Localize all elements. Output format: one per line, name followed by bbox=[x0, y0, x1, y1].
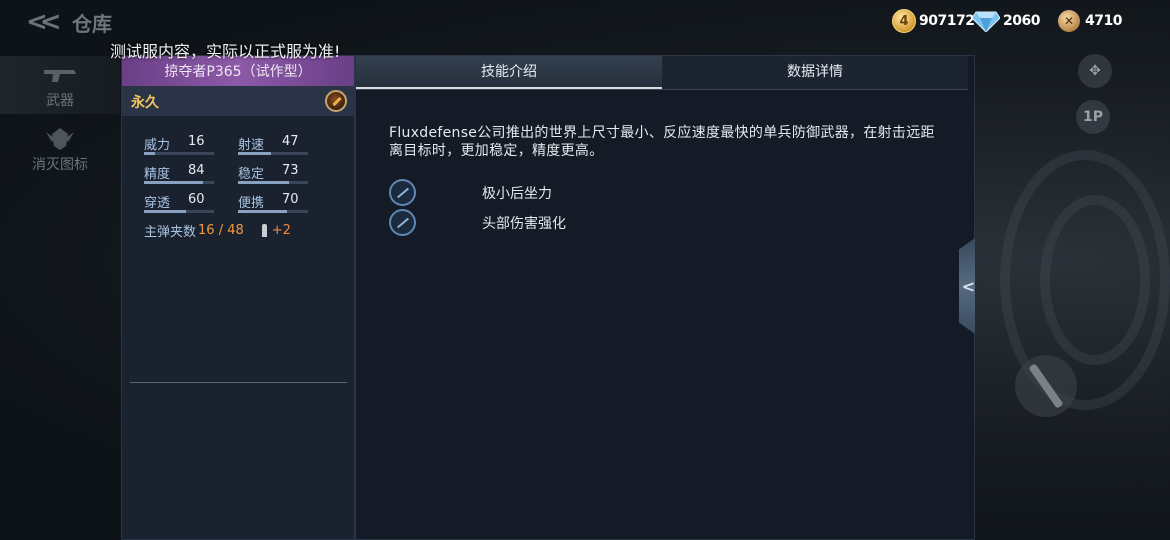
sidebar-item-weapons[interactable]: 武器 bbox=[0, 56, 120, 114]
rarity-badge-icon bbox=[325, 90, 347, 112]
stat-value: 16 bbox=[188, 134, 205, 149]
sidebar-item-kill-emblems[interactable]: 消灭图标 bbox=[0, 120, 120, 178]
warehouse-screen: << 仓库 4 907172 2060 ✕ 4710 测试服内容，实际以正式服为… bbox=[0, 0, 1170, 540]
diamond-currency[interactable]: 2060 bbox=[972, 8, 1040, 34]
skill-name: 极小后坐力 bbox=[482, 186, 552, 202]
background-target-ring-inner bbox=[1040, 195, 1150, 365]
recoil-skill-icon bbox=[389, 178, 416, 206]
weapon-description: Fluxdefense公司推出的世界上尺寸最小、反应速度最快的单兵防御武器，在射… bbox=[389, 125, 935, 159]
divider bbox=[130, 382, 347, 383]
stat-bar bbox=[144, 181, 214, 184]
diamond-icon bbox=[972, 10, 1000, 32]
background-bullet-icon bbox=[1015, 355, 1077, 417]
stat-fire-rate: 射速 47 bbox=[238, 134, 328, 158]
stat-penetration: 穿透 60 bbox=[144, 192, 234, 216]
stat-label: 稳定 bbox=[238, 167, 265, 182]
headshot-skill-icon bbox=[389, 208, 416, 236]
stat-accuracy: 精度 84 bbox=[144, 163, 234, 187]
back-arrow-icon[interactable]: << bbox=[26, 9, 62, 35]
token-amount: 4710 bbox=[1085, 13, 1122, 29]
collapse-panel-chevron-icon[interactable]: < bbox=[959, 238, 975, 334]
weapon-detail-panel: 技能介绍 数据详情 Fluxdefense公司推出的世界上尺寸最小、反应速度最快… bbox=[355, 55, 975, 540]
durability-label: 永久 bbox=[131, 95, 159, 111]
stat-bar bbox=[238, 210, 308, 213]
skill-item: 极小后坐力 bbox=[389, 178, 552, 206]
stat-bar-fill bbox=[238, 181, 290, 184]
sidebar-item-label: 武器 bbox=[46, 93, 74, 109]
stat-value: 73 bbox=[282, 163, 299, 178]
stat-bar bbox=[144, 152, 214, 155]
gold-coin-icon: 4 bbox=[892, 9, 916, 33]
tab-underline bbox=[356, 89, 968, 90]
stat-bar-fill bbox=[144, 181, 203, 184]
ammo-bonus: +2 bbox=[271, 223, 291, 238]
stat-label: 射速 bbox=[238, 138, 265, 153]
skill-name: 头部伤害强化 bbox=[482, 216, 566, 232]
sidebar-item-label: 消灭图标 bbox=[32, 157, 88, 173]
stat-bar bbox=[144, 210, 214, 213]
stat-bar-fill bbox=[144, 210, 186, 213]
stat-label: 精度 bbox=[144, 167, 171, 182]
skill-item: 头部伤害强化 bbox=[389, 208, 566, 236]
gold-amount: 907172 bbox=[919, 13, 975, 29]
stat-stability: 稳定 73 bbox=[238, 163, 328, 187]
token-icon: ✕ bbox=[1058, 10, 1080, 32]
crosshair-icon[interactable]: ✥ bbox=[1078, 54, 1112, 88]
bullet-icon bbox=[261, 224, 267, 237]
detail-tabs: 技能介绍 数据详情 bbox=[356, 56, 968, 89]
stat-value: 84 bbox=[188, 163, 205, 178]
stat-label: 威力 bbox=[144, 138, 171, 153]
gun-icon bbox=[44, 70, 76, 82]
gold-currency[interactable]: 4 907172 bbox=[892, 8, 975, 34]
page-title: 仓库 bbox=[72, 12, 112, 36]
stat-portability: 便携 70 bbox=[238, 192, 328, 216]
emblem-icon bbox=[46, 128, 74, 150]
diamond-amount: 2060 bbox=[1003, 13, 1040, 29]
stat-bar-fill bbox=[238, 210, 287, 213]
stat-value: 60 bbox=[188, 192, 205, 207]
stat-label: 穿透 bbox=[144, 196, 171, 211]
stat-bar-fill bbox=[144, 152, 156, 155]
view-mode-button[interactable]: 1P bbox=[1076, 100, 1110, 134]
ammo-label: 主弹夹数 bbox=[144, 225, 197, 240]
stat-bar bbox=[238, 152, 308, 155]
stat-bar bbox=[238, 181, 308, 184]
ammo-value: 16 / 48 bbox=[198, 223, 244, 238]
test-server-notice: 测试服内容，实际以正式服为准! bbox=[110, 42, 341, 61]
stat-value: 70 bbox=[282, 192, 299, 207]
tab-skills[interactable]: 技能介绍 bbox=[356, 56, 662, 89]
stat-bar-fill bbox=[238, 152, 271, 155]
ammo-row: 主弹夹数 16 / 48 +2 bbox=[144, 221, 291, 240]
tab-data-details[interactable]: 数据详情 bbox=[662, 56, 968, 89]
weapon-info-panel: 掠夺者P365（试作型） 永久 威力 16 射速 47 精度 84 稳定 73 … bbox=[121, 55, 355, 540]
stat-value: 47 bbox=[282, 134, 299, 149]
stat-label: 便携 bbox=[238, 196, 265, 211]
stat-power: 威力 16 bbox=[144, 134, 234, 158]
token-currency[interactable]: ✕ 4710 bbox=[1058, 8, 1122, 34]
durability-row: 永久 bbox=[122, 86, 354, 116]
